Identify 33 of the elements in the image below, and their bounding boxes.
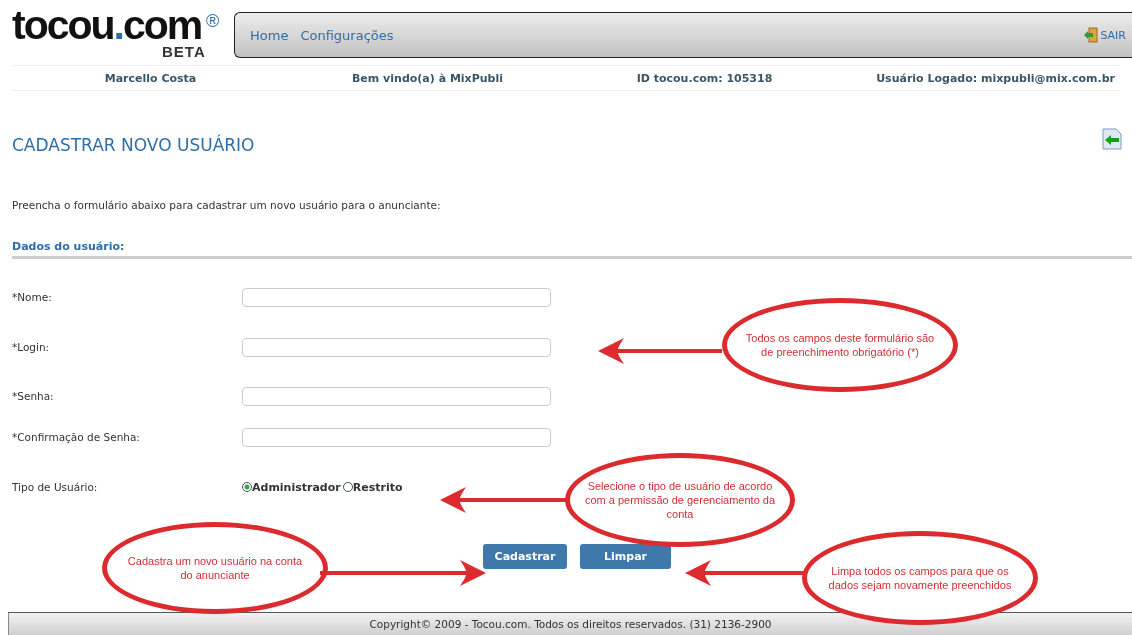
header-info-text: Marcello Costa — [103, 71, 198, 85]
input-field[interactable] — [242, 287, 551, 307]
field-label: *Confirmação de Senha: — [12, 431, 141, 443]
callout-note: Cadastra um novo usuário na conta do anunciante — [102, 522, 328, 614]
callout-note: Selecione o tipo de usuário de acordo com a permissão de gerenciamento da conta — [565, 453, 795, 547]
footer-text: Copyright© 2009 - Tocou.com. Todos os direitos reservados. (31) 2136-2900 — [8, 612, 1132, 635]
door-exit-icon — [1083, 27, 1100, 43]
header-info-text: ID tocou.com: 105318 — [635, 71, 774, 85]
header-info-text: Usuário Logado: mixpubli@mix.com.br — [875, 71, 1116, 85]
page-title: CADASTRAR NOVO USUÁRIO — [12, 135, 255, 155]
callout-note: Limpa todos os campos para que os dados sejam novamente preenchidos — [802, 531, 1038, 625]
intro-text: Preencha o formulário abaixo para cadastrar um novo usuário para o anunciante: — [12, 199, 442, 211]
field-label: Tipo de Usuário: — [12, 481, 99, 493]
input-field[interactable] — [242, 337, 551, 357]
field-label: *Login: — [12, 341, 51, 353]
header-info-text: Bem vindo(a) à MixPubli — [351, 71, 504, 85]
radio-button[interactable] — [242, 482, 252, 492]
nav-link[interactable]: Configurações — [300, 27, 394, 43]
input-field[interactable] — [242, 427, 551, 447]
logout-link[interactable]: SAIR — [1083, 27, 1126, 43]
callout-note: Todos os campos deste formulário são de preenchimento obrigatório (*) — [722, 298, 958, 392]
field-label: *Nome: — [12, 291, 53, 303]
field-label: *Senha: — [12, 390, 55, 402]
submit-button[interactable]: Cadastrar — [483, 544, 567, 569]
clear-button[interactable]: Limpar — [580, 544, 671, 569]
radio-label[interactable]: Administrador — [252, 480, 341, 494]
section-heading: Dados do usuário: — [12, 240, 1132, 259]
logo-wordmark: tocou.com® — [12, 5, 220, 45]
radio-label[interactable]: Restrito — [352, 480, 403, 494]
nav-link[interactable]: Home — [250, 27, 289, 43]
back-arrow-icon[interactable] — [1102, 128, 1122, 150]
logo-subtitle: BETA — [161, 45, 207, 59]
input-field[interactable] — [242, 386, 551, 406]
